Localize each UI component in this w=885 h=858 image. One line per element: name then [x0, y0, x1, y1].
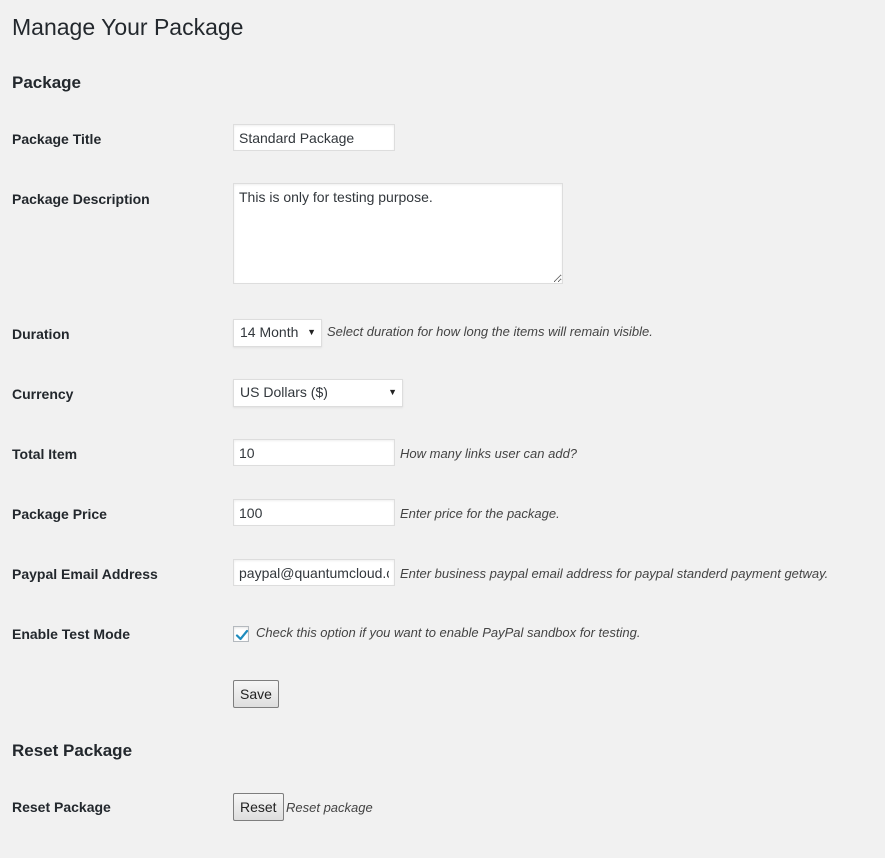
- currency-select[interactable]: US Dollars ($) ▼: [233, 379, 403, 407]
- duration-select[interactable]: 14 Month ▼: [233, 319, 322, 347]
- total-item-label: Total Item: [12, 446, 78, 462]
- test-mode-checkbox[interactable]: [233, 626, 249, 642]
- currency-label: Currency: [12, 386, 74, 402]
- save-button[interactable]: Save: [233, 680, 279, 708]
- test-mode-label: Enable Test Mode: [12, 626, 130, 642]
- duration-label: Duration: [12, 326, 70, 342]
- package-description-textarea[interactable]: This is only for testing purpose.: [233, 183, 563, 284]
- page-title: Manage Your Package: [12, 14, 244, 40]
- caret-down-icon: ▼: [307, 327, 316, 337]
- duration-selected-value: 14 Month: [240, 324, 299, 340]
- package-title-input[interactable]: [233, 124, 395, 151]
- currency-selected-value: US Dollars ($): [240, 384, 328, 400]
- reset-package-label: Reset Package: [12, 799, 111, 815]
- total-item-help: How many links user can add?: [400, 446, 578, 461]
- manage-package-page: Manage Your Package Package Package Titl…: [0, 0, 885, 858]
- package-description-label: Package Description: [12, 191, 150, 207]
- reset-button[interactable]: Reset: [233, 793, 284, 821]
- package-price-label: Package Price: [12, 506, 107, 522]
- package-price-help: Enter price for the package.: [400, 506, 560, 521]
- package-price-input[interactable]: [233, 499, 395, 526]
- paypal-email-label: Paypal Email Address: [12, 566, 158, 582]
- checkmark-icon: [235, 629, 249, 641]
- section-title-reset: Reset Package: [12, 741, 133, 760]
- test-mode-help: Check this option if you want to enable …: [256, 625, 641, 640]
- caret-down-icon: ▼: [388, 387, 397, 397]
- package-title-label: Package Title: [12, 131, 102, 147]
- duration-help: Select duration for how long the items w…: [327, 324, 653, 339]
- paypal-email-help: Enter business paypal email address for …: [400, 566, 829, 581]
- total-item-input[interactable]: [233, 439, 395, 466]
- section-title-package: Package: [12, 73, 81, 92]
- paypal-email-input[interactable]: [233, 559, 395, 586]
- reset-help: Reset package: [286, 800, 373, 815]
